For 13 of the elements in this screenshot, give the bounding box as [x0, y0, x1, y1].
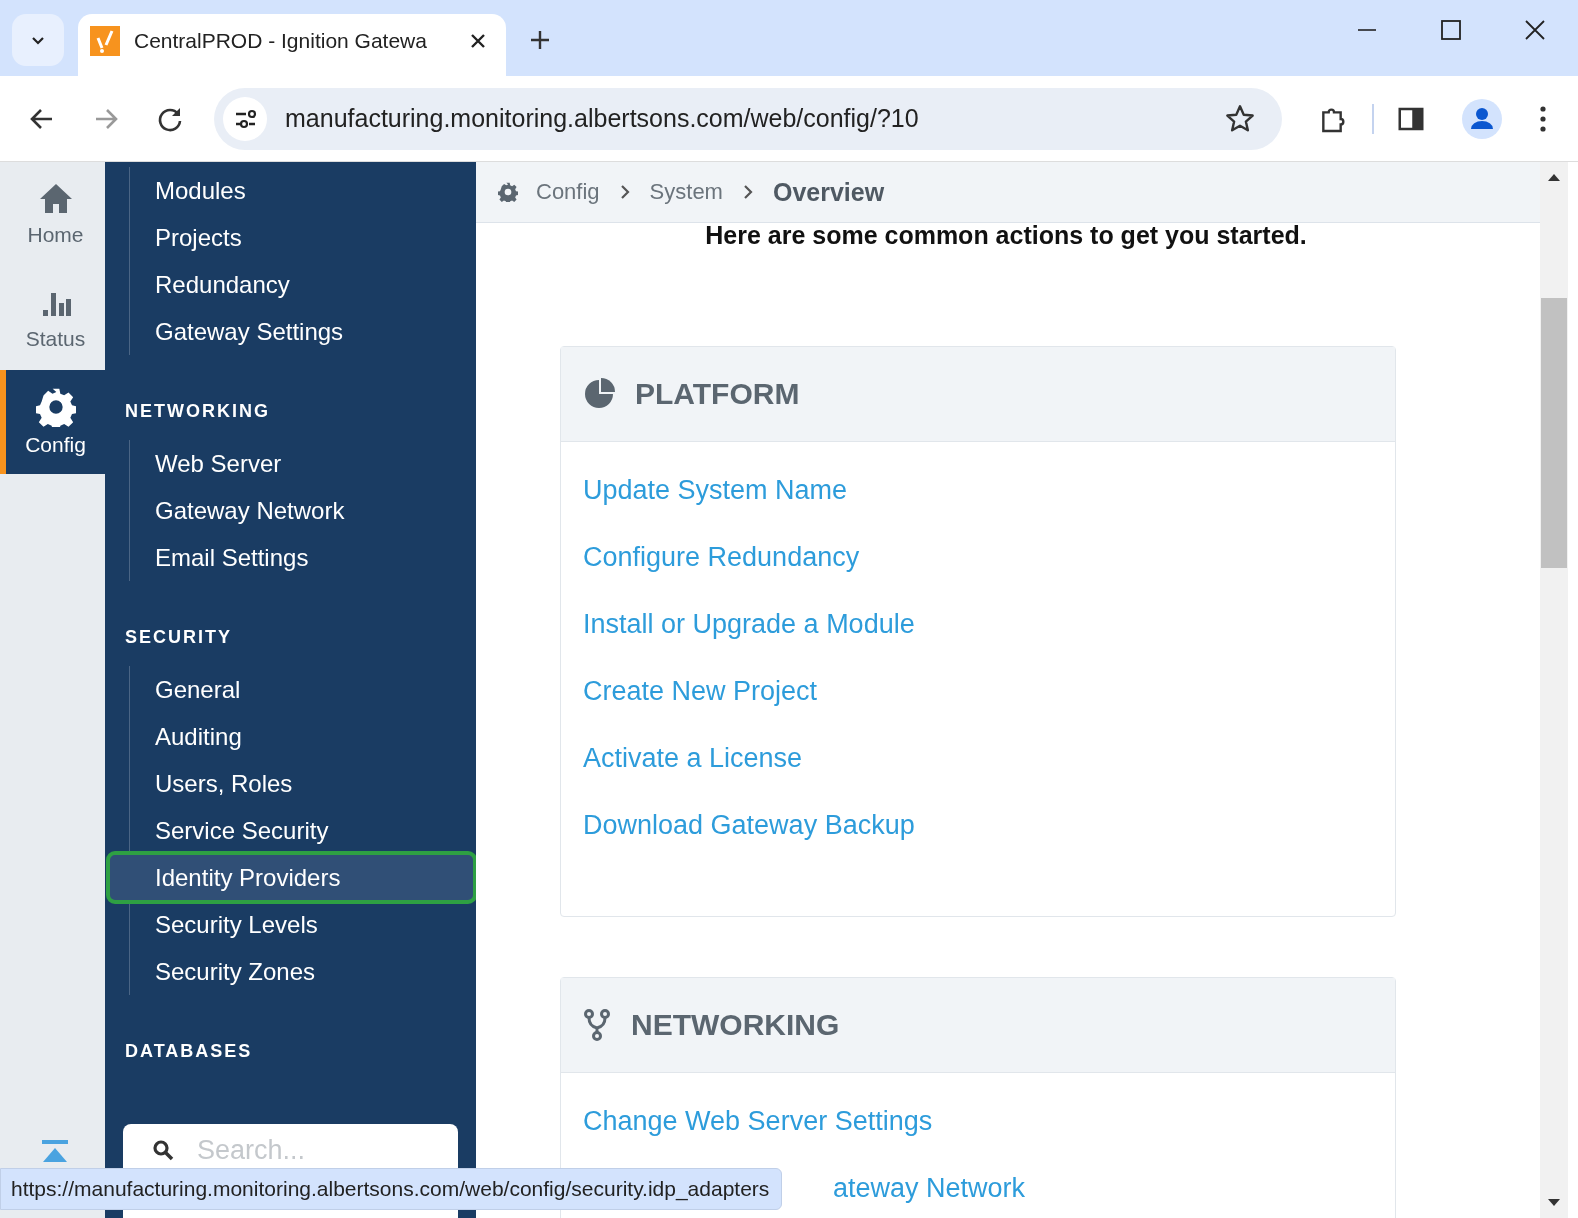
intro-heading: Here are some common actions to get you started. [704, 221, 1308, 250]
nav-section-heading: NETWORKING [124, 400, 271, 423]
url-text: manufacturing.monitoring.albertsons.com/web/config/?10 [285, 104, 920, 133]
tab-title: CentralPROD - Ignition Gatewa [134, 29, 428, 53]
nav-section-heading: SECURITY [124, 626, 233, 649]
rail-label: Status [25, 327, 86, 351]
status-url-tooltip: https://manufacturing.monitoring.albertsons.com/web/config/security.idp_adapters [0, 1168, 783, 1210]
rail-label: Home [27, 223, 84, 247]
rail-label: Config [25, 433, 86, 457]
card-title: NETWORKING [631, 1008, 840, 1042]
nav-section-heading: DATABASES [124, 1040, 254, 1063]
breadcrumb-item: Overview [772, 177, 885, 207]
card-title: PLATFORM [635, 377, 800, 411]
